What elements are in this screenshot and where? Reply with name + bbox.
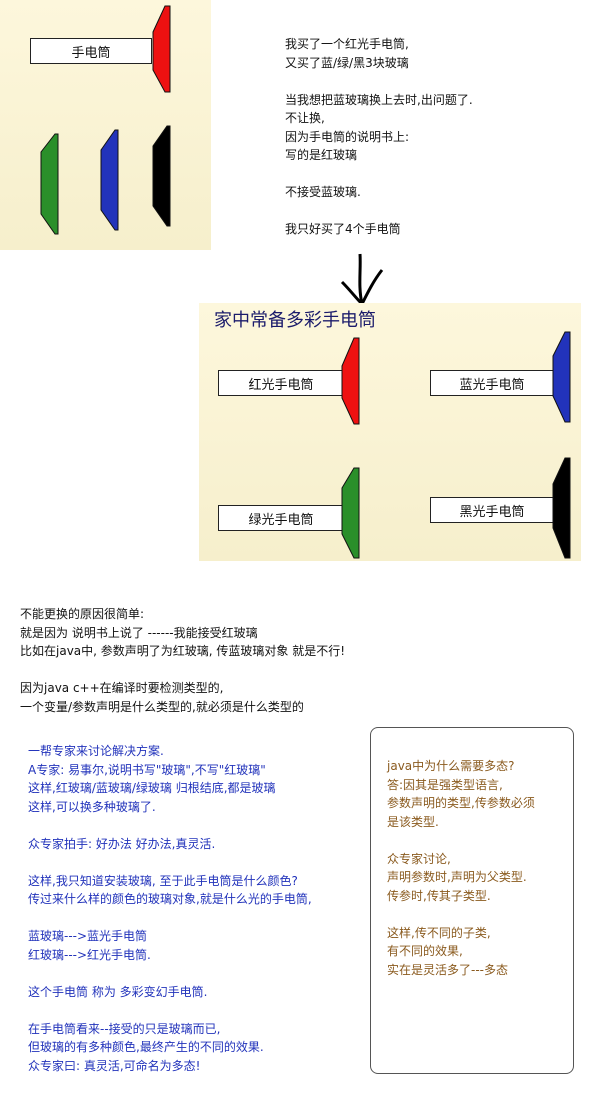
blue-glass-icon [100, 129, 119, 231]
expert-line: 在手电筒看来--接受的只是玻璃而已, [28, 1021, 221, 1036]
expert-line [28, 964, 312, 983]
blue-lens-icon [552, 331, 571, 423]
panel-title: 家中常备多彩手电筒 [214, 310, 376, 331]
reason-line: 因为java c++在编译时要检测类型的, [20, 681, 224, 695]
expert-line: A专家: 易事尔,说明书写"玻璃",不写"红玻璃" [28, 762, 266, 777]
polymorphism-note-text: java中为什么需要多态? 答:因其是强类型语言, 参数声明的类型,传参数必须 是该类… [387, 757, 535, 979]
expert-line [28, 816, 312, 835]
note-line [387, 831, 535, 850]
flashlight-label-red: 红光手电筒 [218, 370, 344, 396]
story-line: 我买了一个红光手电筒, [285, 37, 409, 51]
story-line: 又买了蓝/绿/黑3块玻璃 [285, 55, 409, 70]
red-lens-icon [341, 337, 360, 425]
note-line: 声明参数时,声明为父类型. [387, 870, 527, 884]
expert-line: 这样,红玻璃/蓝玻璃/绿玻璃 归根结底,都是玻璃 [28, 781, 276, 795]
expert-line: 一帮专家来讨论解决方案. [28, 744, 164, 758]
story-line [285, 202, 473, 221]
expert-line [28, 853, 312, 872]
story-line: 当我想把蓝玻璃换上去时,出问题了. [285, 92, 473, 107]
reason-line [20, 661, 345, 680]
note-line: 这样,传不同的子类, [387, 925, 491, 940]
expert-line: 众专家曰: 真灵活,可命名为多态! [28, 1058, 201, 1073]
expert-line: 蓝玻璃--->蓝光手电筒 [28, 929, 148, 943]
note-line: 传参时,传其子类型. [387, 888, 491, 903]
note-line: 众专家讨论, [387, 851, 451, 866]
reason-line: 不能更换的原因很简单: [20, 607, 145, 621]
expert-line: 这个手电筒 称为 多彩变幻手电筒. [28, 984, 208, 999]
black-lens-icon [552, 457, 571, 559]
note-line: java中为什么需要多态? [387, 759, 515, 773]
expert-line [28, 1001, 312, 1020]
reason-line: 一个变量/参数声明是什么类型的,就必须是什么类型的 [20, 699, 304, 714]
note-line: 是该类型. [387, 814, 439, 829]
story-line: 不让换, [285, 111, 325, 125]
expert-line [28, 909, 312, 928]
black-glass-icon [152, 125, 171, 227]
expert-line: 红玻璃--->红光手电筒. [28, 947, 151, 962]
story-text: 我买了一个红光手电筒, 又买了蓝/绿/黑3块玻璃 当我想把蓝玻璃换上去时,出问题了… [285, 35, 473, 239]
flashlight-label: 手电筒 [30, 38, 152, 64]
note-line: 实在是灵活多了---多态 [387, 962, 508, 977]
flashlight-label-green: 绿光手电筒 [218, 505, 344, 531]
expert-line: 但玻璃的有多种颜色,最终产生的不同的效果. [28, 1040, 264, 1054]
expert-line: 这样,我只知道安装玻璃, 至于此手电筒是什么颜色? [28, 873, 298, 888]
flashlight-label-blue: 蓝光手电筒 [430, 370, 554, 396]
story-line [285, 165, 473, 184]
reason-line: 比如在java中, 参数声明了为红玻璃, 传蓝玻璃对象 就是不行! [20, 644, 346, 658]
red-lens-icon [152, 5, 171, 93]
note-line [387, 905, 535, 924]
expert-line: 这样,可以换多种玻璃了. [28, 799, 156, 814]
story-line: 不接受蓝玻璃. [285, 185, 361, 199]
story-line [285, 72, 473, 91]
reason-line: 就是因为 说明书上说了 ------我能接受红玻璃 [20, 625, 258, 640]
story-line: 写的是红玻璃 [285, 148, 358, 162]
story-line: 我只好买了4个手电筒 [285, 222, 401, 236]
green-lens-icon [341, 467, 360, 559]
expert-line: 传过来什么样的颜色的玻璃对象,就是什么光的手电筒, [28, 892, 312, 906]
expert-line: 众专家拍手: 好办法 好办法,真灵活. [28, 836, 216, 851]
green-glass-icon [40, 133, 59, 235]
down-arrow-icon [340, 253, 384, 307]
story-line: 因为手电筒的说明书上: [285, 129, 410, 144]
reason-text: 不能更换的原因很简单: 就是因为 说明书上说了 ------我能接受红玻璃比如在j… [20, 605, 345, 716]
expert-discussion-text: 一帮专家来讨论解决方案. A专家: 易事尔,说明书写"玻璃",不写"红玻璃" 这样,… [28, 742, 312, 1075]
note-line: 有不同的效果, [387, 944, 463, 958]
note-line: 参数声明的类型,传参数必须 [387, 796, 535, 810]
note-line: 答:因其是强类型语言, [387, 777, 503, 792]
flashlight-label-black: 黑光手电筒 [430, 497, 554, 523]
